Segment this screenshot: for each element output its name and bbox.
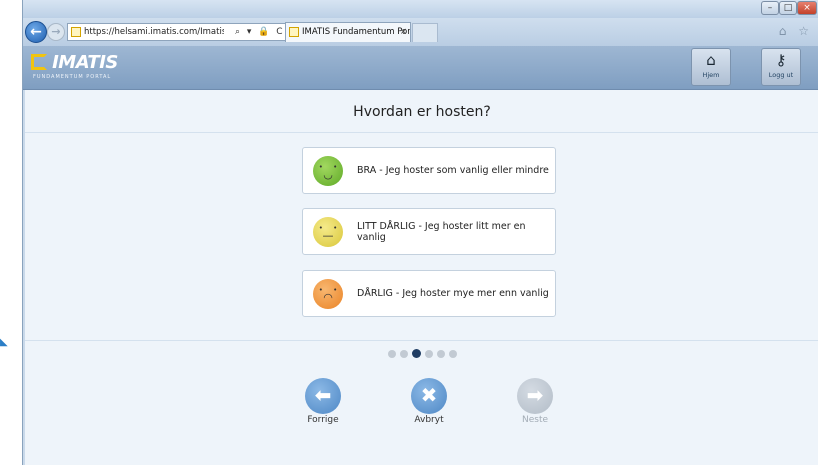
- browser-forward-button[interactable]: →: [47, 23, 65, 41]
- cancel-label: Avbryt: [414, 415, 444, 425]
- home-favorites-icons[interactable]: ⌂ ☆: [779, 24, 813, 38]
- home-button[interactable]: ⌂ Hjem: [691, 48, 731, 86]
- app-header: IMATIS FUNDAMENTUM PORTAL ⌂ Hjem ⚷ Logg …: [23, 46, 818, 90]
- address-bar[interactable]: https://helsami.imatis.com/Imatis/Portal…: [67, 23, 303, 41]
- pagination-dot: [436, 350, 445, 358]
- x-icon: ✖: [411, 378, 447, 414]
- logo-mark-icon: [31, 54, 47, 70]
- side-arrow-icon: ◣: [0, 337, 8, 348]
- close-window-button[interactable]: ×: [797, 1, 817, 15]
- pagination-dot: [387, 350, 396, 358]
- arrow-left-icon: ⬅: [305, 378, 341, 414]
- browser-back-button[interactable]: ←: [25, 21, 47, 43]
- logout-label: Logg ut: [768, 71, 794, 79]
- divider: [25, 340, 818, 341]
- logo-name: IMATIS: [52, 52, 118, 73]
- happy-face-icon: • • ◡: [313, 156, 343, 186]
- browser-tab[interactable]: IMATIS Fundamentum Portal ×: [285, 22, 411, 42]
- home-icon: ⌂: [706, 51, 716, 69]
- title-bar: – □ ×: [23, 0, 818, 18]
- tab-close-icon[interactable]: ×: [400, 23, 407, 42]
- option-slightly-bad[interactable]: • • — LITT DÅRLIG - Jeg hoster litt mer …: [302, 208, 556, 255]
- pagination-dot: [448, 350, 457, 358]
- pagination-dot: [424, 350, 433, 358]
- arrow-right-icon: ➡: [517, 378, 553, 414]
- imatis-logo: IMATIS FUNDAMENTUM PORTAL: [31, 52, 118, 80]
- cancel-button[interactable]: ✖ Avbryt: [404, 378, 454, 425]
- question-title: Hvordan er hosten?: [353, 104, 491, 120]
- option-bad[interactable]: • • ◠ DÅRLIG - Jeg hoster mye mer enn va…: [302, 270, 556, 317]
- option-label: LITT DÅRLIG - Jeg hoster litt mer en van…: [357, 220, 526, 243]
- neutral-face-icon: • • —: [313, 217, 343, 247]
- previous-label: Forrige: [307, 415, 339, 425]
- option-good[interactable]: • • ◡ BRA - Jeg hoster som vanlig eller …: [302, 147, 556, 194]
- url-path: /Imatis/Portal/I: [197, 27, 224, 37]
- new-tab-button[interactable]: [412, 23, 438, 42]
- option-label: BRA - Jeg hoster som vanlig eller mindre: [357, 165, 549, 176]
- maximize-button[interactable]: □: [779, 1, 797, 15]
- pagination-dots: [25, 349, 818, 358]
- logo-subtitle: FUNDAMENTUM PORTAL: [33, 74, 112, 80]
- url-host: https://helsami.imatis.com: [84, 27, 198, 37]
- previous-button[interactable]: ⬅ Forrige: [298, 378, 348, 425]
- next-label: Neste: [521, 415, 549, 425]
- pagination-dot-active: [411, 349, 421, 358]
- tab-favicon-icon: [289, 27, 299, 37]
- browser-window: – □ × ← → https://helsami.imatis.com/Ima…: [22, 0, 818, 465]
- site-favicon-icon: [71, 27, 81, 37]
- logout-button[interactable]: ⚷ Logg ut: [761, 48, 801, 86]
- minimize-button[interactable]: –: [761, 1, 779, 15]
- home-label: Hjem: [702, 71, 720, 79]
- pagination-dot: [399, 350, 408, 358]
- browser-nav-row: ← → https://helsami.imatis.com/Imatis/Po…: [23, 18, 818, 46]
- survey-content: Hvordan er hosten? • • ◡ BRA - Jeg hoste…: [25, 90, 818, 465]
- tab-title: IMATIS Fundamentum Portal: [302, 27, 411, 37]
- sad-face-icon: • • ◠: [313, 279, 343, 309]
- divider: [25, 132, 818, 133]
- next-button[interactable]: ➡ Neste: [510, 378, 560, 425]
- option-label: DÅRLIG - Jeg hoster mye mer enn vanlig: [357, 288, 549, 299]
- key-icon: ⚷: [775, 51, 787, 69]
